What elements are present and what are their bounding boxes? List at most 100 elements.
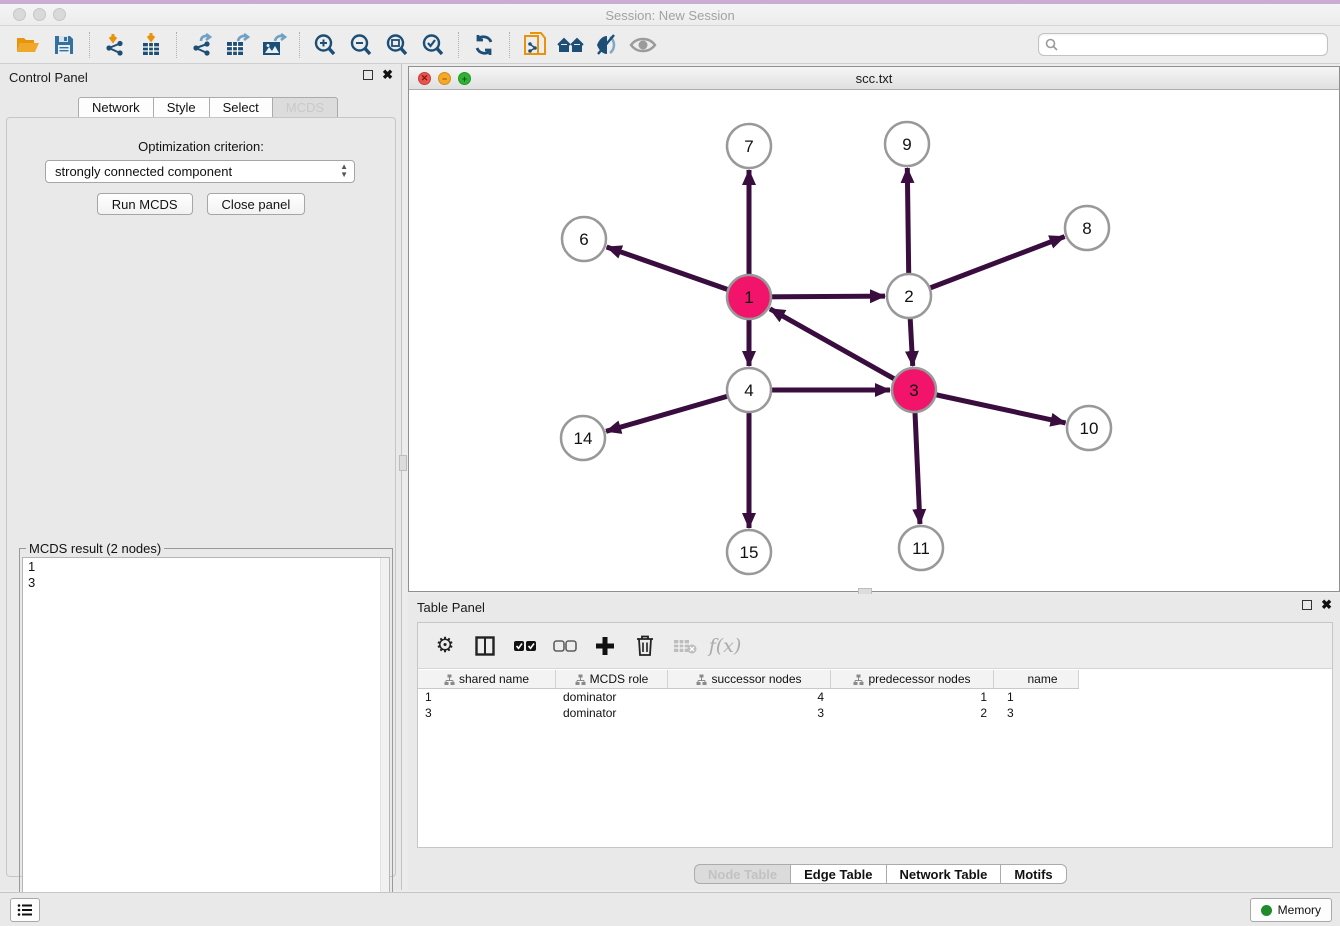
tab-motifs[interactable]: Motifs [1001, 864, 1066, 884]
save-session-icon[interactable] [46, 29, 82, 61]
result-item[interactable]: 1 [23, 558, 389, 574]
close-panel-icon[interactable]: ✖ [1321, 599, 1332, 611]
graph-node-label: 6 [579, 230, 588, 249]
toolbar-separator [509, 32, 510, 58]
toolbar-separator [299, 32, 300, 58]
toolbar-separator [89, 32, 90, 58]
tab-mcds[interactable]: MCDS [273, 97, 338, 118]
table-cell: 1 [831, 689, 994, 705]
tab-select[interactable]: Select [210, 97, 273, 118]
close-panel-icon[interactable]: ✖ [382, 69, 393, 81]
new-network-icon[interactable] [517, 29, 553, 61]
tab-node-table[interactable]: Node Table [694, 864, 791, 884]
window-title: Session: New Session [0, 8, 1340, 23]
function-builder-icon: f(x) [710, 631, 740, 661]
table-cell: dominator [556, 689, 668, 705]
memory-status-icon [1261, 905, 1272, 916]
mcds-panel: Optimization criterion: strongly connect… [6, 117, 396, 877]
mcds-result-fieldset: MCDS result (2 nodes) 13 [19, 548, 393, 926]
dropdown-value: strongly connected component [55, 164, 232, 179]
select-all-icon[interactable] [510, 631, 540, 661]
result-item[interactable]: 3 [23, 574, 389, 590]
column-header-predecessor-nodes[interactable]: predecessor nodes [831, 670, 994, 688]
add-column-icon[interactable] [590, 631, 620, 661]
control-panel-tabs: Network Style Select MCDS [78, 97, 338, 118]
column-label: MCDS role [590, 672, 649, 686]
column-label: predecessor nodes [868, 672, 970, 686]
birdseye-icon[interactable] [625, 29, 661, 61]
tab-style[interactable]: Style [154, 97, 210, 118]
graph-node-label: 9 [902, 135, 911, 154]
zoom-fit-icon[interactable] [379, 29, 415, 61]
table-row[interactable]: 1dominator411 [418, 689, 1332, 705]
table-toolbar: ⚙ f(x) [418, 623, 1332, 669]
export-network-icon[interactable] [184, 29, 220, 61]
graph-node-label: 2 [904, 287, 913, 306]
mcds-result-title: MCDS result (2 nodes) [26, 541, 164, 556]
refresh-icon[interactable] [466, 29, 502, 61]
float-panel-icon[interactable] [363, 70, 373, 80]
delete-icon[interactable] [630, 631, 660, 661]
table-panel: Table Panel ✖ ⚙ [408, 594, 1340, 890]
main-toolbar [0, 26, 1340, 64]
table-container: ⚙ f(x) [417, 622, 1333, 848]
tab-edge-table[interactable]: Edge Table [791, 864, 886, 884]
search-input[interactable] [1062, 38, 1327, 52]
network-canvas[interactable]: 7968124314101511 [409, 90, 1339, 591]
graph-node-label: 7 [744, 137, 753, 156]
tab-network[interactable]: Network [78, 97, 154, 118]
network-window-titlebar[interactable]: ✕ − + scc.txt [409, 67, 1339, 90]
task-history-button[interactable] [10, 898, 40, 922]
zoom-out-icon[interactable] [343, 29, 379, 61]
application-window: Session: New Session [0, 0, 1340, 926]
open-session-icon[interactable] [10, 29, 46, 61]
memory-label: Memory [1278, 903, 1321, 917]
search-field[interactable] [1038, 33, 1328, 56]
export-image-icon[interactable] [256, 29, 292, 61]
sort-icon [853, 674, 864, 685]
table-row[interactable]: 3dominator323 [418, 705, 1332, 721]
memory-button[interactable]: Memory [1250, 898, 1332, 922]
graph-edge-2-8[interactable] [909, 237, 1065, 296]
graph-edge-3-1[interactable] [770, 309, 914, 390]
import-network-icon[interactable] [97, 29, 133, 61]
column-header-successor-nodes[interactable]: successor nodes [668, 670, 831, 688]
table-cell: 3 [418, 705, 556, 721]
close-panel-button[interactable]: Close panel [207, 193, 306, 215]
import-table-icon[interactable] [133, 29, 169, 61]
mcds-result-list[interactable]: 13 [22, 557, 390, 926]
sort-icon [575, 674, 586, 685]
tab-network-table[interactable]: Network Table [887, 864, 1002, 884]
table-panel-header: Table Panel ✖ [408, 594, 1340, 620]
float-panel-icon[interactable] [1302, 600, 1312, 610]
column-header-name[interactable]: name [994, 670, 1079, 688]
scrollbar[interactable] [380, 558, 389, 926]
show-columns-icon[interactable] [470, 631, 500, 661]
window-titlebar: Session: New Session [0, 4, 1340, 26]
table-header-row: shared name MCDS role successor nodes pr… [418, 670, 1079, 689]
column-label: shared name [459, 672, 529, 686]
table-cell: 2 [831, 705, 994, 721]
run-mcds-button[interactable]: Run MCDS [97, 193, 193, 215]
graph-node-label: 15 [740, 543, 759, 562]
column-header-shared-name[interactable]: shared name [418, 670, 556, 688]
export-table-icon[interactable] [220, 29, 256, 61]
control-panel-title: Control Panel [9, 70, 88, 85]
table-mode-icon[interactable]: ⚙ [430, 631, 460, 661]
table-cell: 4 [668, 689, 831, 705]
column-header-mcds-role[interactable]: MCDS role [556, 670, 668, 688]
vertical-splitter-handle[interactable] [399, 455, 407, 471]
status-bar: Memory [0, 892, 1340, 926]
table-cell: 1 [418, 689, 556, 705]
zoom-in-icon[interactable] [307, 29, 343, 61]
search-icon [1045, 38, 1058, 51]
deselect-all-icon[interactable] [550, 631, 580, 661]
hide-details-icon[interactable] [589, 29, 625, 61]
optimization-criterion-select[interactable]: strongly connected component ▲▼ [45, 160, 355, 183]
graph-edge-3-10[interactable] [914, 390, 1066, 423]
show-all-icon[interactable] [553, 29, 589, 61]
zoom-selected-icon[interactable] [415, 29, 451, 61]
graph-node-label: 10 [1080, 419, 1099, 438]
table-cell: 3 [994, 705, 1079, 721]
table-cell: 1 [994, 689, 1079, 705]
